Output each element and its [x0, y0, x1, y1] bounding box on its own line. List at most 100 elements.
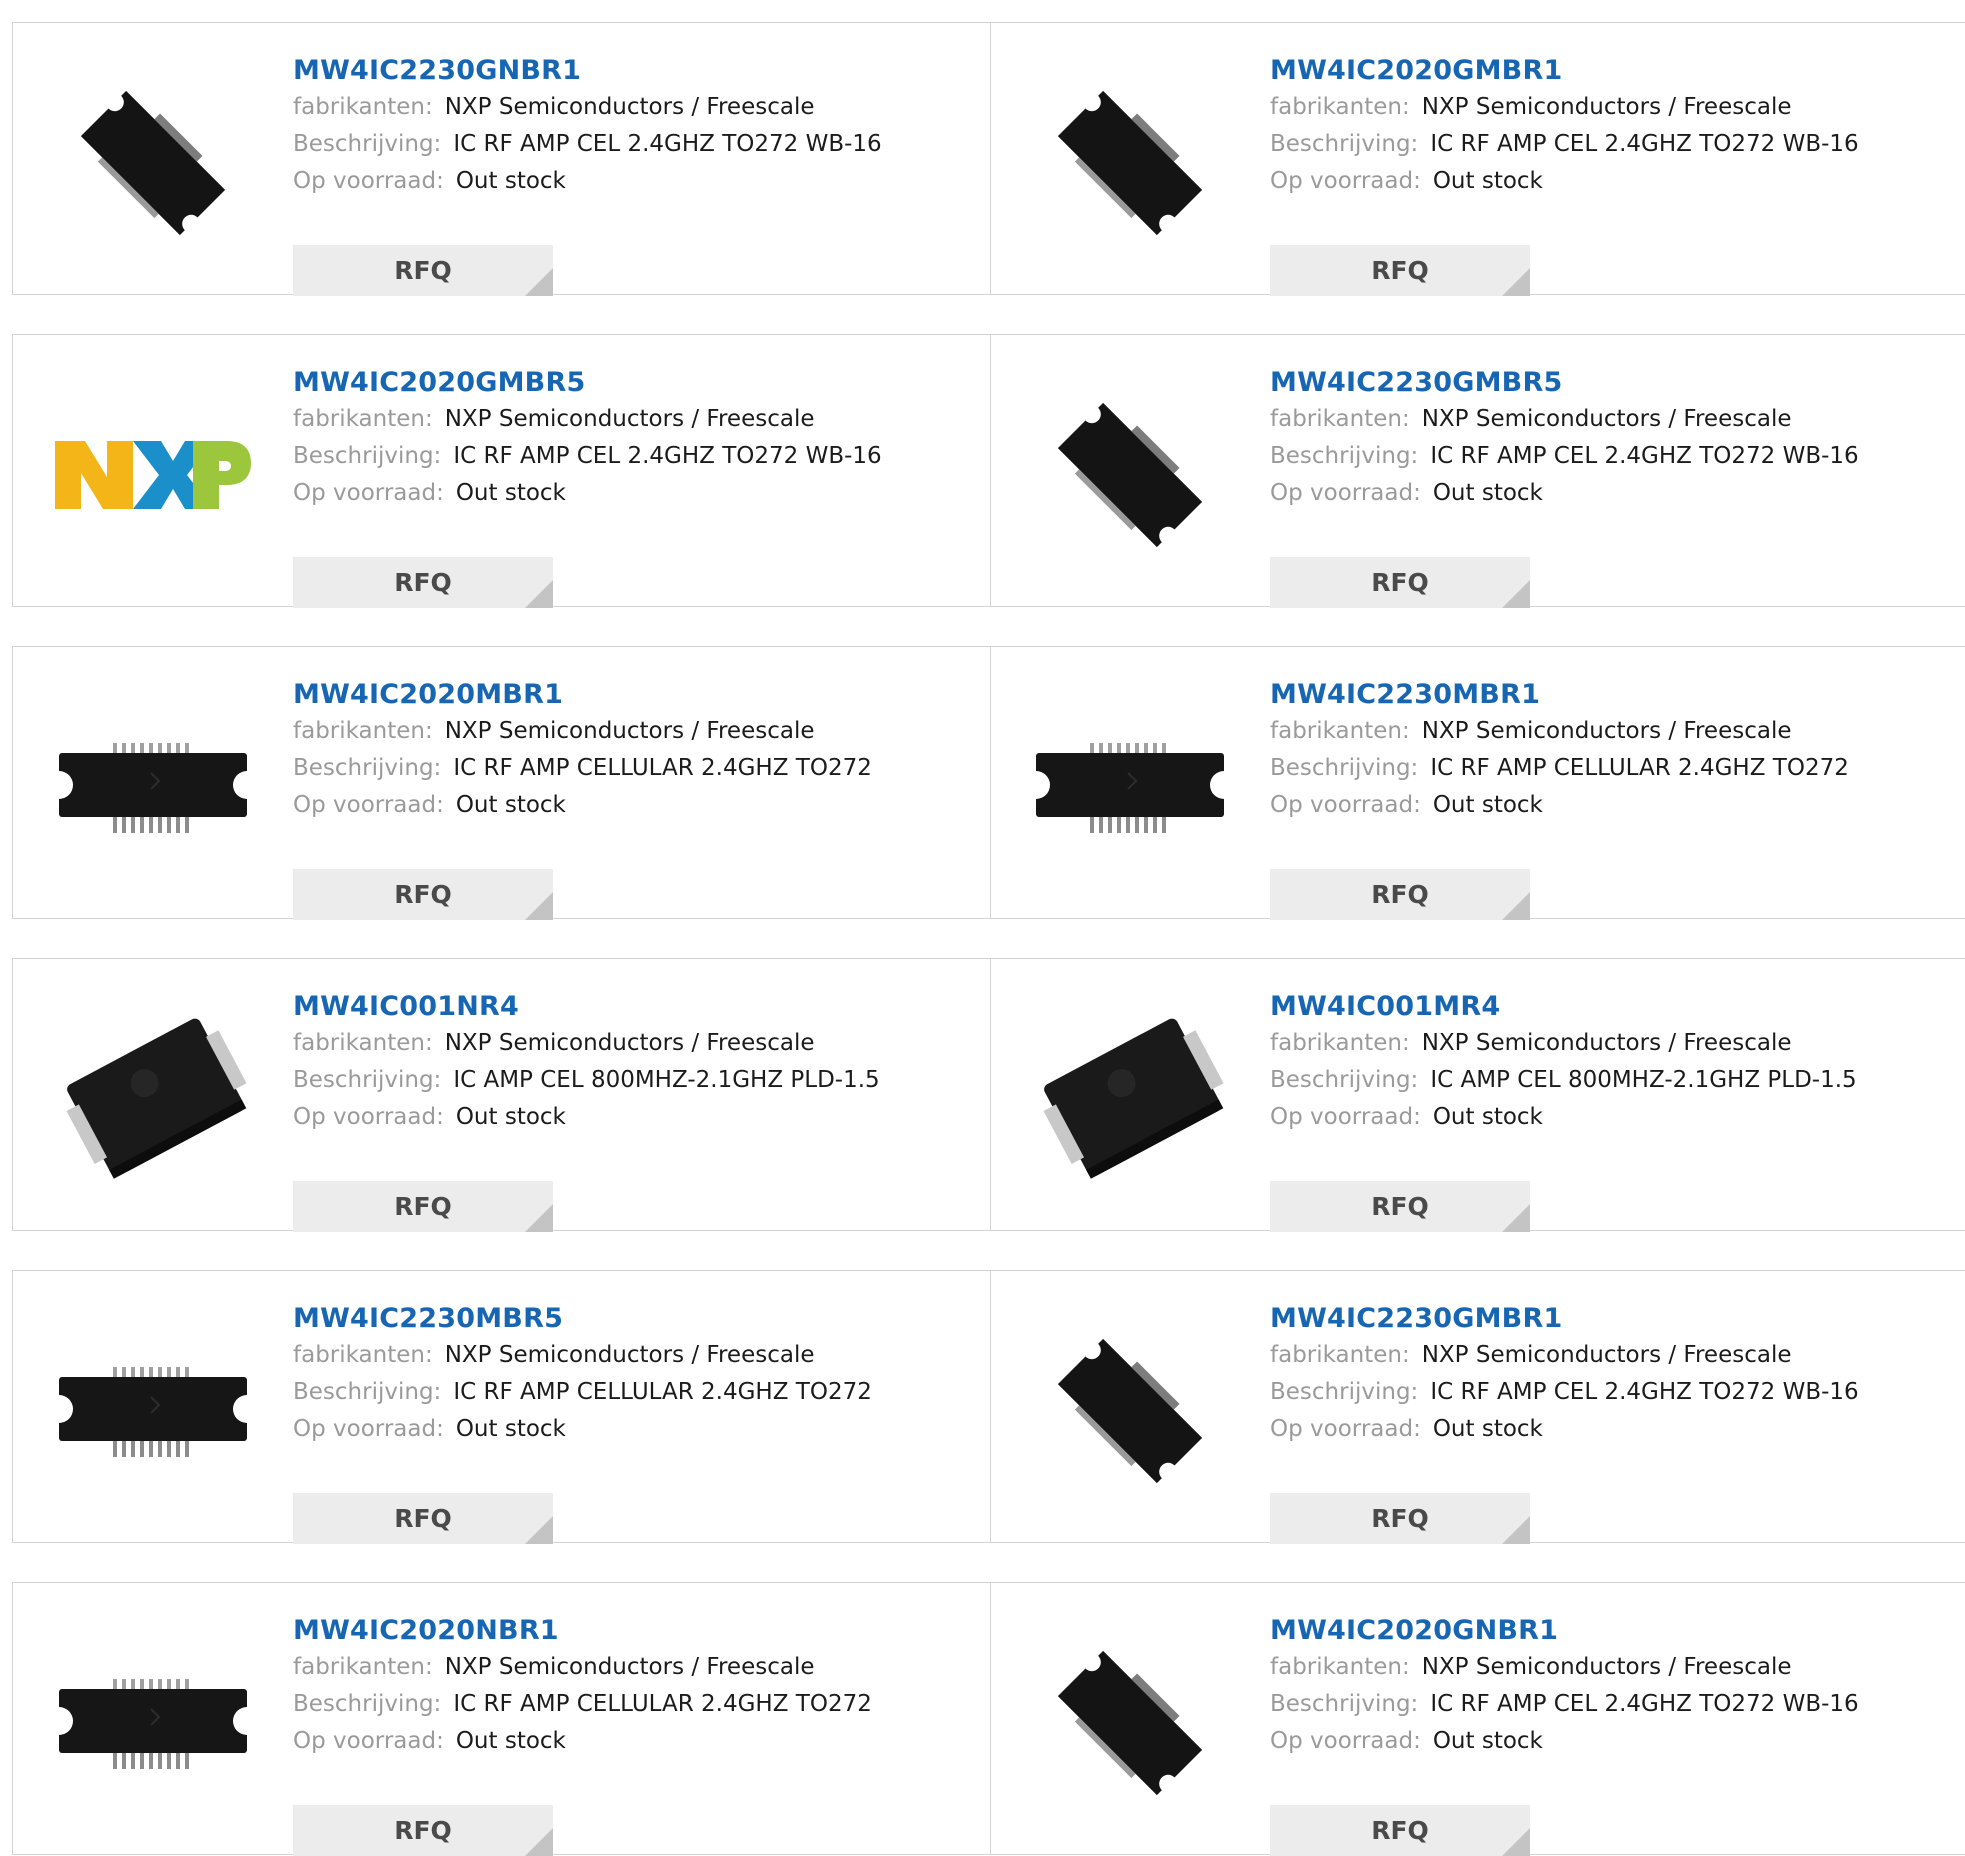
- part-number-link[interactable]: MW4IC2230MBR5: [293, 1301, 953, 1337]
- part-number-link[interactable]: MW4IC2230GMBR1: [1270, 1301, 1930, 1337]
- stock-label: Op voorraad:: [1270, 792, 1421, 818]
- manufacturer-label: fabrikanten:: [1270, 718, 1410, 744]
- rfq-label: RFQ: [1371, 568, 1429, 597]
- rfq-button[interactable]: RFQ: [1270, 1181, 1530, 1232]
- part-number-link[interactable]: MW4IC2020GMBR1: [1270, 53, 1930, 89]
- product-image[interactable]: [1030, 1623, 1230, 1823]
- part-number-link[interactable]: MW4IC2230MBR1: [1270, 677, 1930, 713]
- rfq-button[interactable]: RFQ: [293, 1805, 553, 1856]
- part-number-link[interactable]: MW4IC2020NBR1: [293, 1613, 953, 1649]
- rfq-button[interactable]: RFQ: [1270, 869, 1530, 920]
- stock-label: Op voorraad:: [1270, 1104, 1421, 1130]
- product-row: MW4IC2020NBR1 fabrikanten: NXP Semiconduc…: [12, 1582, 1965, 1856]
- product-card: MW4IC2020GMBR5 fabrikanten: NXP Semicondu…: [13, 335, 990, 608]
- stock-line: Op voorraad: Out stock: [1270, 1411, 1930, 1448]
- product-card: MW4IC2020MBR1 fabrikanten: NXP Semiconduc…: [13, 647, 990, 920]
- manufacturer-line: fabrikanten: NXP Semiconductors / Freesca…: [1270, 713, 1930, 750]
- manufacturer-line: fabrikanten: NXP Semiconductors / Freesca…: [1270, 401, 1930, 438]
- product-image[interactable]: [1030, 687, 1230, 887]
- product-card: MW4IC001NR4 fabrikanten: NXP Semiconducto…: [13, 959, 990, 1232]
- corner-triangle-icon: [1502, 1204, 1530, 1232]
- product-card: MW4IC2230MBR1 fabrikanten: NXP Semiconduc…: [990, 647, 1965, 920]
- rfq-button[interactable]: RFQ: [293, 1493, 553, 1544]
- description-value: IC RF AMP CELLULAR 2.4GHZ TO272: [453, 755, 872, 781]
- description-line: Beschrijving: IC RF AMP CELLULAR 2.4GHZ T…: [293, 1374, 953, 1411]
- stock-line: Op voorraad: Out stock: [1270, 163, 1930, 200]
- corner-triangle-icon: [525, 1828, 553, 1856]
- stock-line: Op voorraad: Out stock: [293, 1099, 953, 1136]
- rfq-button[interactable]: RFQ: [1270, 1805, 1530, 1856]
- stock-value: Out stock: [1432, 168, 1543, 194]
- product-row: MW4IC2230MBR5 fabrikanten: NXP Semiconduc…: [12, 1270, 1965, 1544]
- stock-line: Op voorraad: Out stock: [293, 1723, 953, 1760]
- description-line: Beschrijving: IC RF AMP CEL 2.4GHZ TO272 …: [1270, 438, 1930, 475]
- manufacturer-value: NXP Semiconductors / Freescale: [1421, 406, 1792, 432]
- product-info: MW4IC2020NBR1 fabrikanten: NXP Semiconduc…: [293, 1613, 953, 1856]
- manufacturer-line: fabrikanten: NXP Semiconductors / Freesca…: [293, 1025, 953, 1062]
- product-image[interactable]: [1030, 1311, 1230, 1511]
- product-card: MW4IC2230MBR5 fabrikanten: NXP Semiconduc…: [13, 1271, 990, 1544]
- product-image[interactable]: [1030, 375, 1230, 575]
- part-number-link[interactable]: MW4IC2020GNBR1: [1270, 1613, 1930, 1649]
- corner-triangle-icon: [525, 580, 553, 608]
- manufacturer-value: NXP Semiconductors / Freescale: [444, 1342, 815, 1368]
- rfq-label: RFQ: [394, 256, 452, 285]
- manufacturer-label: fabrikanten:: [293, 1030, 433, 1056]
- description-line: Beschrijving: IC RF AMP CEL 2.4GHZ TO272 …: [1270, 126, 1930, 163]
- manufacturer-line: fabrikanten: NXP Semiconductors / Freesca…: [293, 1337, 953, 1374]
- part-number-link[interactable]: MW4IC001MR4: [1270, 989, 1930, 1025]
- product-info: MW4IC2230GMBR1 fabrikanten: NXP Semicondu…: [1270, 1301, 1930, 1544]
- product-image[interactable]: [1030, 63, 1230, 263]
- stock-line: Op voorraad: Out stock: [293, 1411, 953, 1448]
- rfq-button[interactable]: RFQ: [293, 869, 553, 920]
- part-number-link[interactable]: MW4IC2230GNBR1: [293, 53, 953, 89]
- product-info: MW4IC2230GMBR5 fabrikanten: NXP Semicondu…: [1270, 365, 1930, 608]
- product-image[interactable]: [53, 999, 253, 1199]
- stock-value: Out stock: [455, 480, 566, 506]
- rfq-button[interactable]: RFQ: [1270, 557, 1530, 608]
- corner-triangle-icon: [1502, 892, 1530, 920]
- product-info: MW4IC2020GNBR1 fabrikanten: NXP Semicondu…: [1270, 1613, 1930, 1856]
- stock-line: Op voorraad: Out stock: [293, 163, 953, 200]
- stock-label: Op voorraad:: [1270, 480, 1421, 506]
- chip-icon: [1057, 1338, 1203, 1484]
- stock-value: Out stock: [1432, 1104, 1543, 1130]
- part-number-link[interactable]: MW4IC001NR4: [293, 989, 953, 1025]
- rfq-button[interactable]: RFQ: [293, 245, 553, 296]
- description-label: Beschrijving:: [1270, 131, 1419, 157]
- product-image[interactable]: [53, 687, 253, 887]
- stock-value: Out stock: [1432, 1416, 1543, 1442]
- stock-line: Op voorraad: Out stock: [293, 475, 953, 512]
- product-image[interactable]: [53, 1623, 253, 1823]
- corner-triangle-icon: [1502, 268, 1530, 296]
- product-image[interactable]: [1030, 999, 1230, 1199]
- rfq-label: RFQ: [1371, 880, 1429, 909]
- product-image[interactable]: [53, 1311, 253, 1511]
- description-value: IC AMP CEL 800MHZ-2.1GHZ PLD-1.5: [453, 1067, 880, 1093]
- product-image[interactable]: [53, 375, 253, 575]
- rfq-button[interactable]: RFQ: [293, 1181, 553, 1232]
- description-label: Beschrijving:: [1270, 443, 1419, 469]
- manufacturer-value: NXP Semiconductors / Freescale: [444, 94, 815, 120]
- part-number-link[interactable]: MW4IC2020GMBR5: [293, 365, 953, 401]
- product-grid: MW4IC2230GNBR1 fabrikanten: NXP Semicondu…: [0, 0, 1965, 1856]
- manufacturer-label: fabrikanten:: [293, 718, 433, 744]
- description-line: Beschrijving: IC AMP CEL 800MHZ-2.1GHZ PL…: [1270, 1062, 1930, 1099]
- manufacturer-value: NXP Semiconductors / Freescale: [1421, 718, 1792, 744]
- rfq-button[interactable]: RFQ: [293, 557, 553, 608]
- description-label: Beschrijving:: [293, 131, 442, 157]
- stock-label: Op voorraad:: [293, 792, 444, 818]
- chip-icon: [1057, 90, 1203, 236]
- rfq-button[interactable]: RFQ: [1270, 1493, 1530, 1544]
- part-number-link[interactable]: MW4IC2230GMBR5: [1270, 365, 1930, 401]
- product-image[interactable]: [53, 63, 253, 263]
- manufacturer-value: NXP Semiconductors / Freescale: [444, 1654, 815, 1680]
- corner-triangle-icon: [1502, 580, 1530, 608]
- stock-value: Out stock: [455, 168, 566, 194]
- rfq-button[interactable]: RFQ: [1270, 245, 1530, 296]
- description-label: Beschrijving:: [1270, 1379, 1419, 1405]
- product-info: MW4IC2230GNBR1 fabrikanten: NXP Semicondu…: [293, 53, 953, 296]
- part-number-link[interactable]: MW4IC2020MBR1: [293, 677, 953, 713]
- stock-value: Out stock: [455, 1104, 566, 1130]
- corner-triangle-icon: [525, 1516, 553, 1544]
